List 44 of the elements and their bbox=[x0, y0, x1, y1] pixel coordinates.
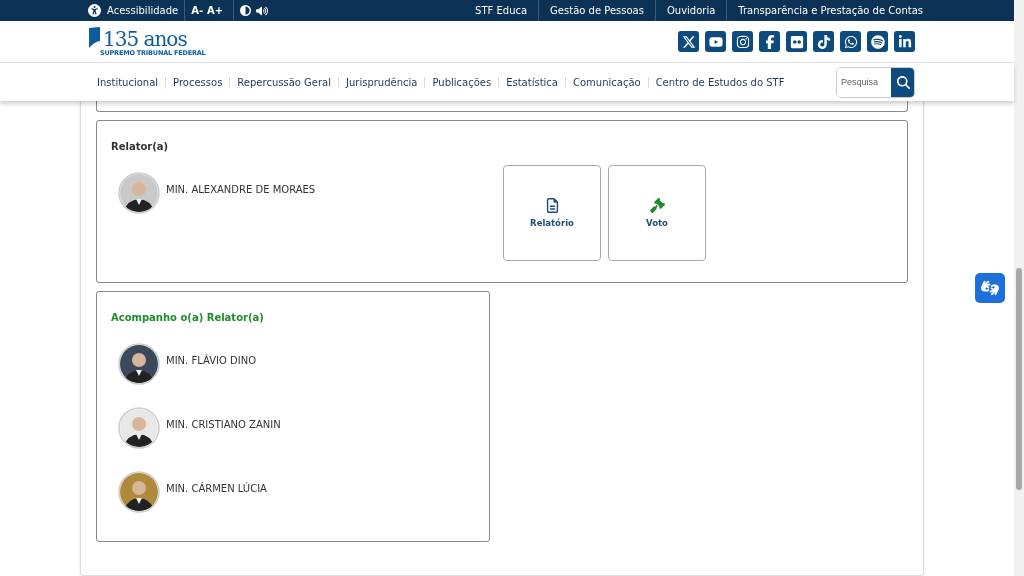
document-icon bbox=[544, 198, 560, 213]
youtube-icon[interactable] bbox=[705, 31, 726, 52]
x-icon[interactable] bbox=[678, 31, 699, 52]
accessibility-icon[interactable] bbox=[88, 4, 101, 17]
top-link[interactable]: STF Educa bbox=[464, 0, 539, 21]
top-link[interactable]: Transparência e Prestação de Contas bbox=[726, 0, 934, 21]
minister-name: MIN. CRISTIANO ZANIN bbox=[166, 418, 281, 430]
accessibility-label[interactable]: Acessibilidade bbox=[107, 5, 179, 16]
action-button[interactable]: Voto bbox=[608, 165, 706, 261]
nav-link[interactable]: Processos bbox=[165, 76, 230, 88]
flickr-icon[interactable] bbox=[786, 31, 807, 52]
sign-language-button[interactable] bbox=[975, 273, 1005, 303]
nav-link[interactable]: Centro de Estudos do STF bbox=[647, 76, 792, 88]
font-size-button[interactable]: A- bbox=[191, 5, 204, 16]
spotify-icon[interactable] bbox=[867, 31, 888, 52]
nav-link[interactable]: Comunicação bbox=[564, 76, 648, 88]
logo-text: 135 anos bbox=[103, 28, 187, 49]
minister-name: MIN. FLÁVIO DINO bbox=[166, 354, 256, 366]
gavel-icon bbox=[649, 198, 665, 213]
minister-name: MIN. CÁRMEN LÚCIA bbox=[166, 482, 267, 494]
contrast-icon[interactable] bbox=[240, 5, 252, 16]
minister-name: MIN. ALEXANDRE DE MORAES bbox=[166, 183, 316, 195]
top-link[interactable]: Ouvidoria bbox=[654, 0, 727, 21]
hands-icon bbox=[981, 279, 999, 297]
nav-link[interactable]: Jurisprudência bbox=[338, 76, 425, 88]
search-button[interactable] bbox=[891, 67, 914, 97]
instagram-icon[interactable] bbox=[732, 31, 753, 52]
tiktok-icon[interactable] bbox=[813, 31, 834, 52]
logo-icon bbox=[88, 26, 101, 49]
search-icon bbox=[897, 75, 910, 89]
speaker-icon[interactable] bbox=[256, 4, 269, 17]
font-size-button[interactable]: A+ bbox=[207, 5, 224, 16]
top-link[interactable]: Gestão de Pessoas bbox=[538, 0, 655, 21]
nav-link[interactable]: Institucional bbox=[90, 76, 166, 88]
linkedin-icon[interactable] bbox=[894, 31, 915, 52]
nav-link[interactable]: Publicações bbox=[424, 76, 499, 88]
search-field[interactable]: Pesquisa bbox=[836, 66, 915, 98]
nav-link[interactable]: Estatística bbox=[498, 76, 565, 88]
nav-link[interactable]: Repercussão Geral bbox=[229, 76, 338, 88]
action-button[interactable]: Relatório bbox=[503, 165, 601, 261]
facebook-icon[interactable] bbox=[759, 31, 780, 52]
panel-title: Relator(a) bbox=[111, 141, 170, 152]
panel-title: Acompanho o(a) Relator(a) bbox=[111, 312, 265, 323]
whatsapp-icon[interactable] bbox=[840, 31, 861, 52]
